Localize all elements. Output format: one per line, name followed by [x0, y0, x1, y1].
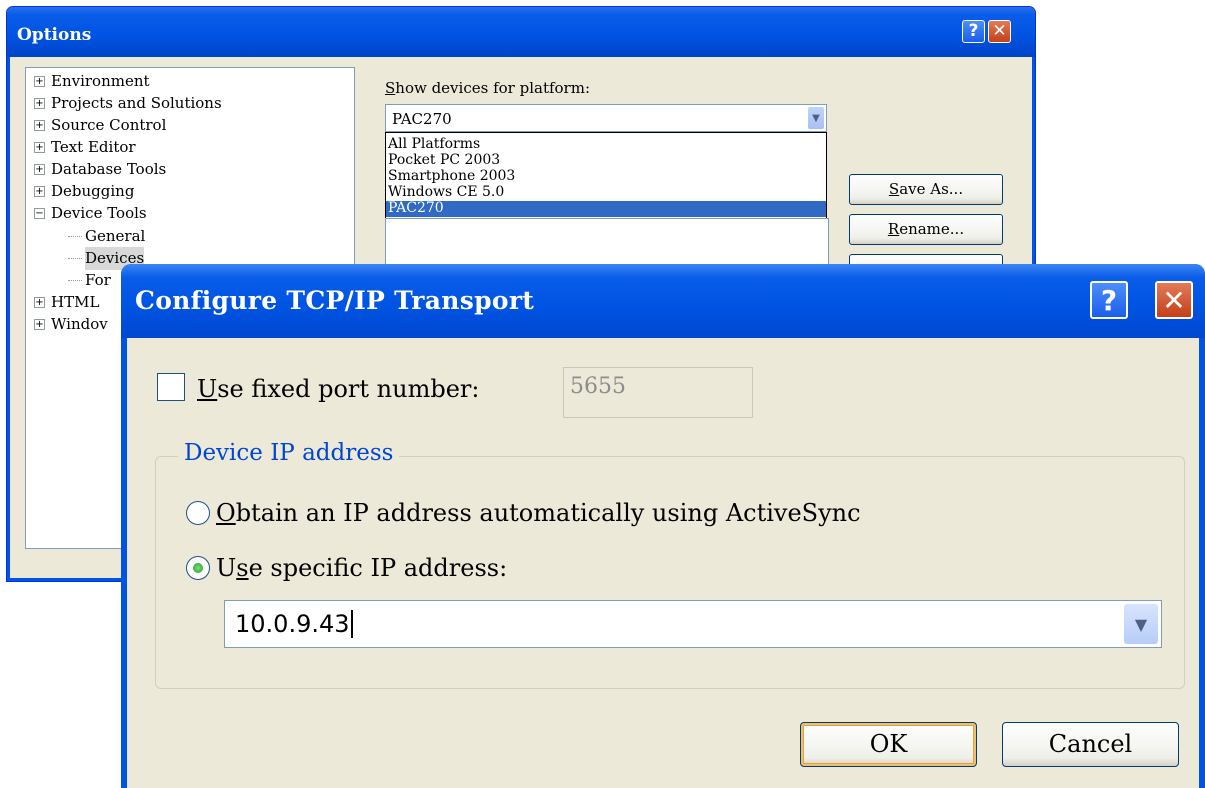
ip-address-input[interactable]: 10.0.9.43 ▼ [224, 600, 1162, 648]
platform-option[interactable]: Windows CE 5.0 [386, 185, 826, 201]
tree-item-database-tools[interactable]: + Database Tools [34, 158, 166, 181]
tree-item-form-factors[interactable]: For [68, 269, 111, 292]
platform-option-selected[interactable]: PAC270 [386, 201, 826, 217]
options-title: Options [17, 25, 92, 45]
expand-icon[interactable]: + [34, 75, 45, 87]
rename-button[interactable]: Rename... [849, 214, 1003, 245]
tree-item-device-tools[interactable]: − Device Tools [34, 202, 147, 225]
expand-icon[interactable]: + [34, 185, 45, 197]
options-close-button[interactable]: ✕ [988, 20, 1011, 43]
tcp-help-button[interactable]: ? [1090, 281, 1128, 319]
expand-icon[interactable]: + [34, 296, 45, 308]
radio-specific-ip-label[interactable]: Use specific IP address: [216, 554, 507, 582]
platform-dropdown-list[interactable]: All Platforms Pocket PC 2003 Smartphone … [385, 132, 827, 220]
help-icon: ? [1100, 284, 1118, 317]
tree-connector [68, 279, 82, 281]
tree-item-label: Projects and Solutions [51, 94, 222, 112]
tcp-dialog: Configure TCP/IP Transport ? ✕ Use fixed… [121, 264, 1205, 788]
text-cursor [350, 610, 353, 638]
tree-connector [68, 257, 82, 259]
platform-option[interactable]: Smartphone 2003 [386, 169, 826, 185]
tree-item-text-editor[interactable]: + Text Editor [34, 136, 136, 159]
chevron-down-icon[interactable]: ▼ [808, 107, 824, 129]
expand-icon[interactable]: + [34, 119, 45, 131]
tcp-close-button[interactable]: ✕ [1155, 281, 1193, 319]
tree-item-label: Device Tools [51, 204, 147, 222]
tree-item-html[interactable]: + HTML [34, 291, 99, 314]
device-ip-group-title: Device IP address [178, 440, 400, 466]
radio-auto-ip[interactable] [186, 501, 210, 525]
radio-auto-ip-label[interactable]: Obtain an IP address automatically using… [216, 499, 861, 527]
save-as-button[interactable]: Save As... [849, 174, 1003, 205]
cancel-button[interactable]: Cancel [1002, 722, 1179, 767]
expand-icon[interactable]: + [34, 141, 45, 153]
platform-select-value: PAC270 [392, 110, 452, 128]
tree-connector [68, 235, 82, 237]
tree-item-label: Windov [51, 315, 108, 333]
tcp-body: Use fixed port number: 5655 Device IP ad… [127, 338, 1199, 788]
tree-item-label: Text Editor [51, 138, 136, 156]
tree-item-debugging[interactable]: + Debugging [34, 180, 134, 203]
close-icon: ✕ [1162, 284, 1186, 317]
expand-icon[interactable]: + [34, 97, 45, 109]
tree-item-projects[interactable]: + Projects and Solutions [34, 92, 222, 115]
tcp-title: Configure TCP/IP Transport [135, 286, 535, 315]
platform-option[interactable]: Pocket PC 2003 [386, 153, 826, 169]
ok-button[interactable]: OK [800, 722, 977, 767]
close-icon: ✕ [992, 21, 1007, 41]
tree-item-label: For [85, 271, 111, 289]
ip-address-value: 10.0.9.43 [235, 610, 353, 638]
options-help-button[interactable]: ? [962, 20, 985, 43]
platform-label: Show devices for platform: [385, 79, 590, 97]
tree-item-windows[interactable]: + Windov [34, 313, 108, 336]
expand-icon[interactable]: + [34, 318, 45, 330]
tree-item-label: Environment [51, 72, 150, 90]
tree-item-label: General [85, 227, 146, 245]
chevron-down-icon[interactable]: ▼ [1124, 604, 1158, 644]
tree-item-source-control[interactable]: + Source Control [34, 114, 166, 137]
expand-icon[interactable]: + [34, 163, 45, 175]
radio-specific-ip[interactable] [186, 556, 210, 580]
platform-option[interactable]: All Platforms [386, 137, 826, 153]
tree-item-label: Debugging [51, 182, 135, 200]
collapse-icon[interactable]: − [34, 207, 45, 219]
fixed-port-label[interactable]: Use fixed port number: [197, 375, 479, 403]
tree-item-label: HTML [51, 293, 100, 311]
tree-item-general[interactable]: General [68, 225, 145, 248]
platform-select[interactable]: PAC270 ▼ [385, 104, 827, 132]
help-icon: ? [968, 21, 979, 41]
fixed-port-checkbox[interactable] [157, 373, 185, 401]
tree-item-label: Source Control [51, 116, 167, 134]
tree-item-label: Database Tools [51, 160, 167, 178]
radio-selected-dot [193, 563, 203, 573]
tree-item-environment[interactable]: + Environment [34, 70, 150, 93]
tcp-titlebar[interactable]: Configure TCP/IP Transport ? ✕ [121, 264, 1205, 338]
port-number-input[interactable]: 5655 [563, 367, 753, 418]
options-titlebar[interactable]: Options ? ✕ [7, 7, 1035, 57]
